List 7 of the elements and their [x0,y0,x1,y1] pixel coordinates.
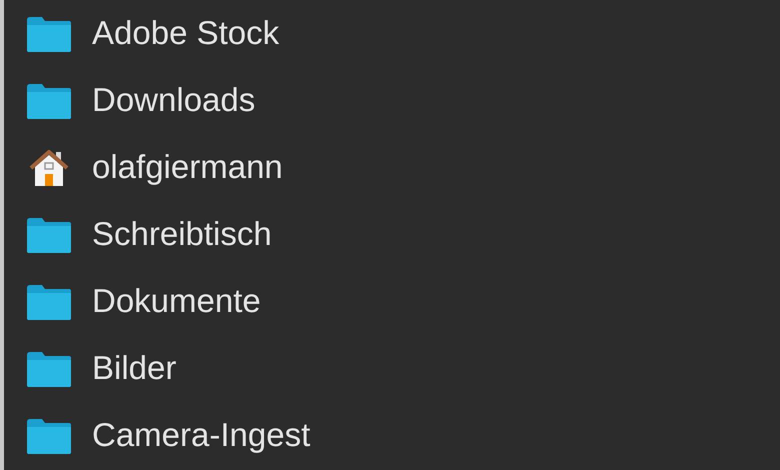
sidebar-item[interactable]: Camera-Ingest [92,417,310,454]
sidebar-item[interactable]: Adobe Stock [92,15,280,52]
sidebar-item[interactable]: Downloads [92,82,256,119]
sidebar-item[interactable]: Dokumente [92,283,261,320]
sidebar-item[interactable]: Bilder [92,350,176,387]
sidebar-item[interactable]: olafgiermann [92,149,283,186]
sidebar-item[interactable]: Schreibtisch [92,216,272,253]
